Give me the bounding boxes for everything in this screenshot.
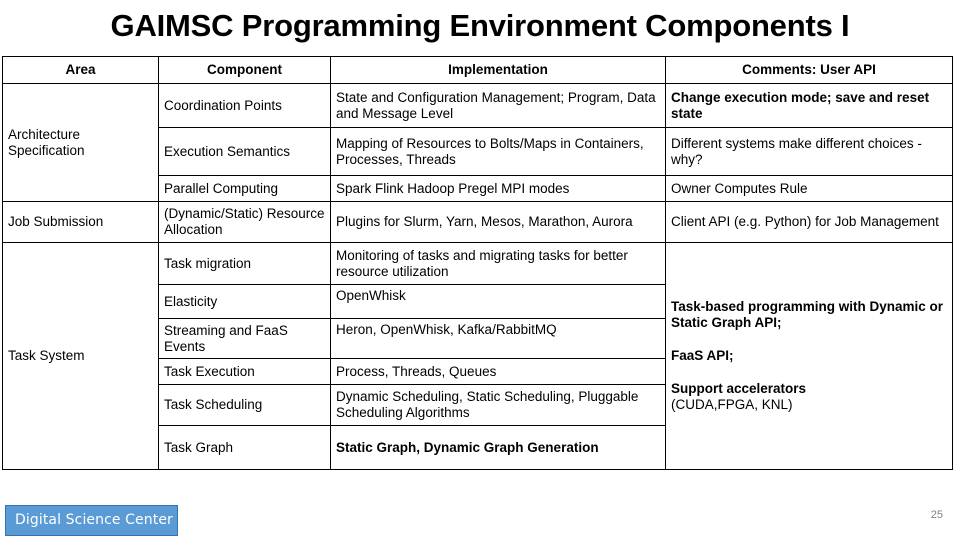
implementation-cell-task-execution: Process, Threads, Queues xyxy=(330,358,666,385)
implementation-cell-task-scheduling: Dynamic Scheduling, Static Scheduling, P… xyxy=(330,384,666,426)
component-cell-task-scheduling: Task Scheduling xyxy=(158,384,331,426)
implementation-cell-task-graph: Static Graph, Dynamic Graph Generation xyxy=(330,425,666,470)
table-header-row: Area Component Implementation Comments: … xyxy=(2,56,953,84)
footer-badge-digital-science-center: Digital Science Center xyxy=(5,505,178,536)
component-cell-streaming-faas: Streaming and FaaS Events xyxy=(158,318,331,359)
component-cell-task-migration: Task migration xyxy=(158,242,331,285)
comments-line-accelerators: Support accelerators (CUDA,FPGA, KNL) xyxy=(671,381,947,413)
area-cell-task-system: Task System xyxy=(2,242,159,470)
components-table: Area Component Implementation Comments: … xyxy=(2,56,953,470)
comments-cell-coordination-points: Change execution mode; save and reset st… xyxy=(665,83,953,128)
comments-accelerators-detail: (CUDA,FPGA, KNL) xyxy=(671,397,793,412)
implementation-cell-streaming-faas: Heron, OpenWhisk, Kafka/RabbitMQ xyxy=(330,318,666,359)
comments-line-task-based: Task-based programming with Dynamic or S… xyxy=(671,299,944,330)
table-row: Architecture Specification Coordination … xyxy=(2,83,953,202)
implementation-cell-resource-allocation: Plugins for Slurm, Yarn, Mesos, Marathon… xyxy=(330,201,666,243)
column-header-comments: Comments: User API xyxy=(665,56,953,84)
implementation-cell-execution-semantics: Mapping of Resources to Bolts/Maps in Co… xyxy=(330,127,666,176)
page-title: GAIMSC Programming Environment Component… xyxy=(110,8,850,43)
column-header-component: Component xyxy=(158,56,331,84)
table-row: Task System Task migration Monitoring of… xyxy=(2,242,953,470)
component-cell-task-execution: Task Execution xyxy=(158,358,331,385)
comments-cell-execution-semantics: Different systems make different choices… xyxy=(665,127,953,176)
comments-accelerators-bold: Support accelerators xyxy=(671,381,807,396)
column-header-area: Area xyxy=(2,56,159,84)
slide-root: GAIMSC Programming Environment Component… xyxy=(0,0,960,540)
comments-line-faas-api: FaaS API; xyxy=(671,348,734,363)
implementation-cell-parallel-computing: Spark Flink Hadoop Pregel MPI modes xyxy=(330,175,666,202)
comments-cell-parallel-computing: Owner Computes Rule xyxy=(665,175,953,202)
implementation-cell-coordination-points: State and Configuration Management; Prog… xyxy=(330,83,666,128)
column-header-implementation: Implementation xyxy=(330,56,666,84)
component-cell-task-graph: Task Graph xyxy=(158,425,331,470)
implementation-cell-task-migration: Monitoring of tasks and migrating tasks … xyxy=(330,242,666,285)
component-cell-coordination-points: Coordination Points xyxy=(158,83,331,128)
area-cell-architecture: Architecture Specification xyxy=(2,83,159,202)
component-cell-parallel-computing: Parallel Computing xyxy=(158,175,331,202)
area-cell-job-submission: Job Submission xyxy=(2,201,159,243)
component-cell-execution-semantics: Execution Semantics xyxy=(158,127,331,176)
component-cell-elasticity: Elasticity xyxy=(158,284,331,319)
comments-cell-task-system: Task-based programming with Dynamic or S… xyxy=(665,242,953,470)
comments-cell-resource-allocation: Client API (e.g. Python) for Job Managem… xyxy=(665,201,953,243)
component-cell-resource-allocation: (Dynamic/Static) Resource Allocation xyxy=(158,201,331,243)
page-number: 25 xyxy=(930,509,943,521)
table-row: Job Submission (Dynamic/Static) Resource… xyxy=(2,201,953,243)
implementation-cell-elasticity: OpenWhisk xyxy=(330,284,666,319)
components-table-wrapper: Area Component Implementation Comments: … xyxy=(2,56,953,470)
